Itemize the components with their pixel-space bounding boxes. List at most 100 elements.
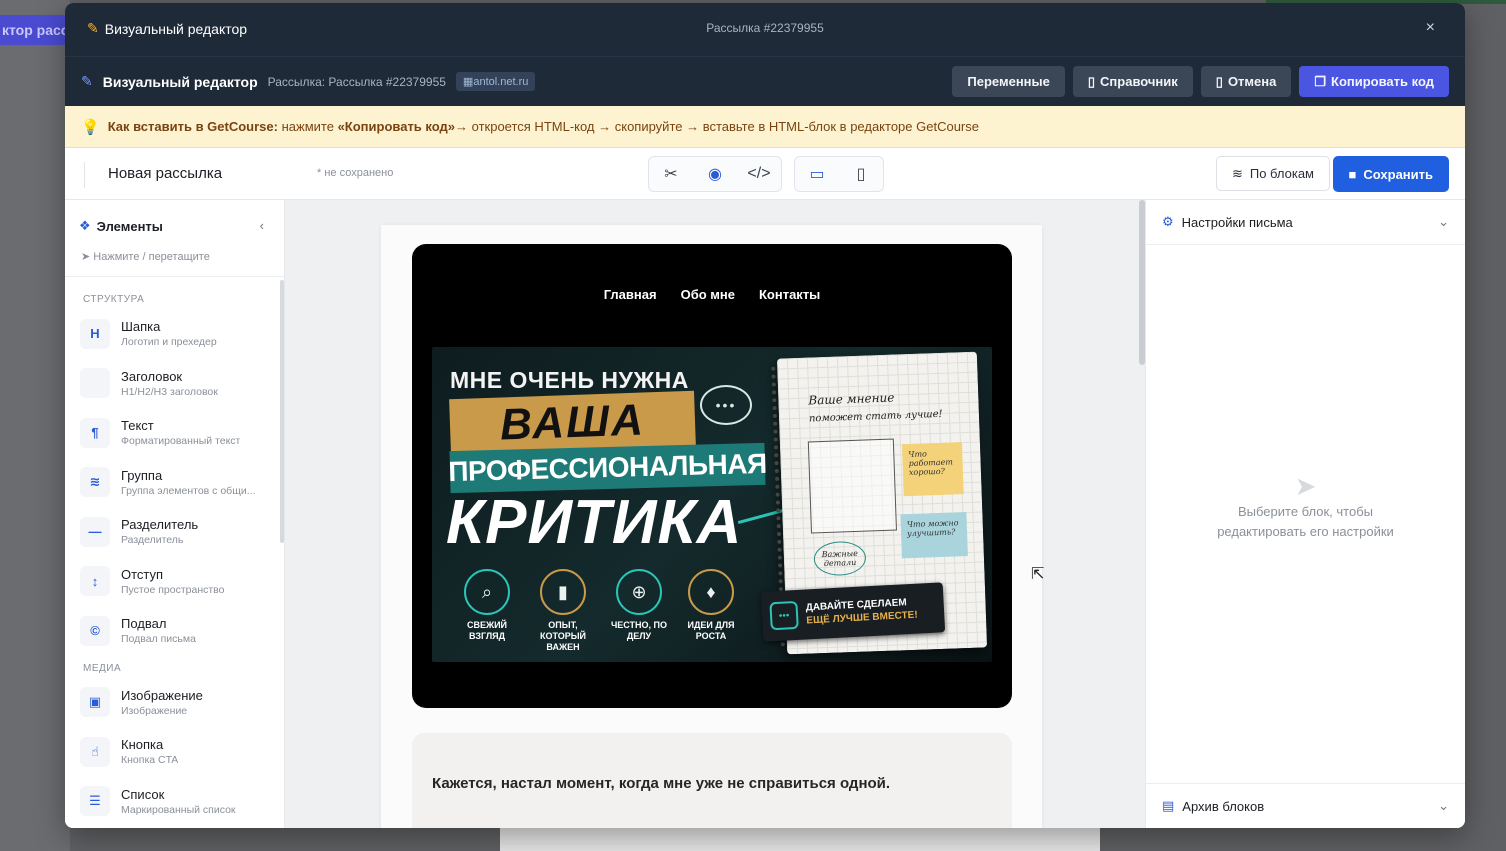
blocks-archive-header[interactable]: ▤ Архив блоков ⌄: [1146, 783, 1465, 828]
cancel-icon: ▯: [1215, 73, 1223, 89]
properties-panel: ⚙ Настройки письма ⌄ ➤ Выберите блок, чт…: [1145, 200, 1465, 828]
save-icon: ■: [1348, 166, 1357, 182]
sidebar-hint-text: Нажмите / перетащите: [93, 251, 210, 263]
media-list: ▣ Изображение Изображение ☝ Кнопка Кнопка CTA…: [65, 678, 284, 827]
sticky-note-works: Что работает хорошо?: [901, 442, 964, 497]
header-block[interactable]: Главная Обо мне Контакты МНЕ ОЧЕНЬ НУЖНА…: [412, 244, 1012, 708]
element-text: Группа Группа элементов с общи...: [121, 468, 255, 497]
archive-icon: ▤: [1162, 798, 1175, 813]
preview-eye-icon[interactable]: ◉: [693, 157, 737, 191]
hint-after: → откроется HTML-код → скопируйте → вста…: [455, 119, 979, 134]
text-block[interactable]: Кажется, настал момент, когда мне уже не…: [412, 733, 1012, 828]
sidebar-scrollbar[interactable]: [280, 280, 284, 543]
sidebar-item-structure-2[interactable]: ¶ Текст Форматированный текст: [65, 408, 284, 458]
element-icon: ©: [80, 615, 110, 646]
modal-subtitle: Рассылка #22379955: [706, 21, 824, 35]
lightbulb-icon: ♦: [688, 569, 734, 615]
element-description: Разделитель: [121, 534, 184, 547]
cancel-button[interactable]: ▯ Отмена: [1200, 66, 1292, 97]
feature-honest-label: ЧЕСТНО, ПО ДЕЛУ: [610, 620, 668, 641]
sidebar-item-structure-4[interactable]: — Разделитель Разделитель: [65, 507, 284, 557]
nav-home[interactable]: Главная: [604, 287, 657, 302]
sidebar-item-structure-5[interactable]: ↕ Отступ Пустое пространство: [65, 557, 284, 607]
mobile-icon[interactable]: ▯: [839, 157, 883, 191]
notebook-oval: Важные детали: [813, 540, 867, 577]
element-description: Логотип и прехедер: [121, 336, 217, 349]
blocks-archive-title: Архив блоков: [1182, 798, 1265, 814]
reference-label: Справочник: [1100, 74, 1178, 89]
element-description: Форматированный текст: [121, 435, 241, 448]
desktop-icon[interactable]: ▭: [795, 157, 839, 191]
banner-cta: ••• ДАВАЙТЕ СДЕЛАЕМ ЕЩЁ ЛУЧШЕ ВМЕСТЕ!: [760, 582, 946, 642]
element-label: Разделитель: [121, 517, 199, 533]
letter-settings-header[interactable]: ⚙ Настройки письма ⌄: [1146, 200, 1465, 245]
toolbar-subtitle: Рассылка: Рассылка #22379955: [267, 74, 446, 89]
element-icon: ▣: [80, 687, 110, 718]
editor-toolbar: ✎ Визуальный редактор Рассылка: Рассылка…: [65, 56, 1465, 106]
element-description: Кнопка CTA: [121, 754, 179, 767]
background-bottom-overlay: [500, 828, 1100, 851]
sidebar-item-structure-3[interactable]: ≋ Группа Группа элементов с общи...: [65, 458, 284, 508]
copy-icon: ❐: [1314, 73, 1327, 89]
element-label: Изображение: [121, 687, 203, 703]
element-icon: [80, 368, 110, 399]
nav-contacts[interactable]: Контакты: [759, 287, 820, 302]
section-media: МЕДИА: [83, 662, 122, 674]
collapse-icon[interactable]: ‹: [260, 218, 264, 233]
sidebar-item-media-1[interactable]: ☝ Кнопка Кнопка CTA: [65, 727, 284, 777]
domain-badge[interactable]: ▦antol.net.ru: [455, 72, 536, 91]
getcourse-hint: 💡 Как вставить в GetCourse: нажмите «Коп…: [65, 106, 1465, 148]
banner-line3: ПРОФЕССИОНАЛЬНАЯ: [448, 442, 767, 494]
lightbulb-icon: 💡: [81, 118, 100, 136]
feature-honest: ⊕ ЧЕСТНО, ПО ДЕЛУ: [606, 569, 672, 642]
notebook-note1: Ваше мнение: [808, 390, 895, 408]
element-description: H1/H2/H3 заголовок: [121, 385, 218, 398]
element-icon: ≋: [80, 467, 110, 498]
cubes-icon: ❖: [79, 218, 91, 233]
edit-bar: Новая рассылка * не сохранено ✂ ◉ </> ▭ …: [65, 148, 1465, 200]
empty-line1: Выберите блок, чтобы: [1237, 504, 1374, 519]
hint-lead: Как вставить в GetCourse:: [107, 119, 278, 134]
mouse-cursor-icon: ⇱: [1031, 566, 1045, 583]
letter-settings-title: Настройки письма: [1181, 214, 1293, 230]
email-nav: Главная Обо мне Контакты: [412, 287, 1012, 302]
campaign-name[interactable]: Новая рассылка: [108, 165, 222, 182]
element-description: Подвал письма: [121, 633, 196, 646]
chevron-down-icon: ⌄: [1438, 798, 1449, 813]
blocks-label: По блокам: [1249, 166, 1314, 181]
blocks-button[interactable]: ≋ По блокам: [1215, 156, 1330, 191]
sidebar-title-text: Элементы: [96, 218, 163, 234]
background-chip: ктор расс: [0, 15, 68, 45]
close-button[interactable]: ×: [1426, 19, 1435, 37]
reference-button[interactable]: ▯ Справочник: [1072, 66, 1193, 97]
copy-code-button[interactable]: ❐ Копировать код: [1299, 66, 1449, 97]
element-label: Подвал: [121, 616, 167, 632]
element-icon: —: [80, 516, 110, 547]
nav-about[interactable]: Обо мне: [681, 287, 735, 302]
chat-icon: •••: [769, 600, 799, 631]
sidebar-item-structure-0[interactable]: H Шапка Логотип и прехедер: [65, 309, 284, 359]
banner-line4: КРИТИКА: [446, 488, 743, 557]
feature-fresh: ⌕ СВЕЖИЙ ВЗГЛЯД: [454, 569, 520, 642]
design-mode-icon[interactable]: ✂: [649, 157, 693, 191]
background-page: [0, 0, 70, 851]
element-text: Заголовок H1/H2/H3 заголовок: [121, 369, 218, 398]
save-button[interactable]: ■ Сохранить: [1332, 156, 1449, 192]
magnifier-icon: ⌕: [464, 569, 510, 615]
sidebar-item-structure-1[interactable]: Заголовок H1/H2/H3 заголовок: [65, 359, 284, 409]
sidebar-item-structure-6[interactable]: © Подвал Подвал письма: [65, 606, 284, 656]
variables-button[interactable]: Переменные: [952, 66, 1065, 97]
hint-text: Как вставить в GetCourse: нажмите «Копир…: [108, 119, 979, 134]
element-text: Отступ Пустое пространство: [121, 567, 224, 596]
element-label: Заголовок: [121, 368, 183, 384]
code-icon[interactable]: </>: [737, 157, 781, 191]
sidebar-item-media-2[interactable]: ☰ Список Маркированный список: [65, 777, 284, 827]
element-label: Группа: [121, 467, 163, 483]
banner-image[interactable]: МНЕ ОЧЕНЬ НУЖНА ВАША ••• ПРОФЕССИОНАЛЬНА…: [432, 347, 992, 662]
modal-titlebar: ✎ Визуальный редактор Рассылка #22379955…: [65, 3, 1465, 56]
view-mode-toggle: ✂ ◉ </>: [648, 156, 782, 192]
element-icon: H: [80, 318, 110, 349]
device-toggle: ▭ ▯: [794, 156, 884, 192]
notebook-note2: поможет стать лучше!: [808, 408, 943, 425]
sidebar-item-media-0[interactable]: ▣ Изображение Изображение: [65, 678, 284, 728]
